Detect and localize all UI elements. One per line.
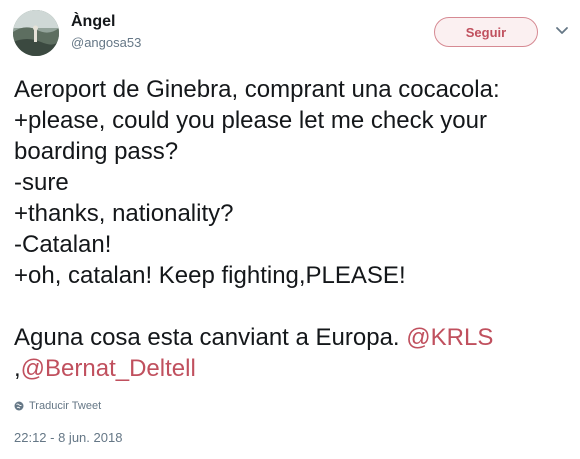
tweet-line: +please, could you please let me check y…	[14, 107, 487, 134]
tweet-line-text: ,	[14, 355, 21, 382]
tweet-timestamp[interactable]: 22:12 - 8 jun. 2018	[14, 430, 122, 445]
tweet-line: boarding pass?	[14, 138, 179, 165]
mention-link[interactable]: @Bernat_Deltell	[21, 355, 196, 382]
tweet-line	[14, 291, 574, 322]
mention-link[interactable]: @KRLS	[406, 324, 493, 351]
tweet-line: Aguna cosa esta canviant a Europa. @KRLS	[14, 322, 574, 353]
follow-button[interactable]: Seguir	[434, 17, 538, 47]
translate-tweet-link[interactable]: Traducir Tweet	[14, 400, 101, 412]
display-name[interactable]: Àngel	[71, 13, 115, 31]
tweet-line: +oh, catalan! Keep fighting,PLEASE!	[14, 262, 406, 289]
user-handle[interactable]: @angosa53	[71, 35, 141, 50]
chevron-down-icon[interactable]	[555, 26, 569, 36]
tweet-line: ,@Bernat_Deltell	[14, 353, 574, 384]
tweet-line: +thanks, nationality?	[14, 200, 234, 227]
tweet-line: Aeroport de Ginebra, comprant una cocaco…	[14, 76, 500, 103]
globe-icon	[14, 401, 24, 411]
tweet-text: Aeroport de Ginebra, comprant una cocaco…	[14, 74, 574, 384]
tweet-line-text: Aguna cosa esta canviant a Europa.	[14, 324, 407, 351]
avatar[interactable]	[13, 10, 59, 56]
translate-label: Traducir Tweet	[29, 400, 102, 412]
tweet-line: -sure	[14, 169, 69, 196]
tweet-line: -Catalan!	[14, 231, 112, 258]
avatar-image	[13, 10, 59, 56]
